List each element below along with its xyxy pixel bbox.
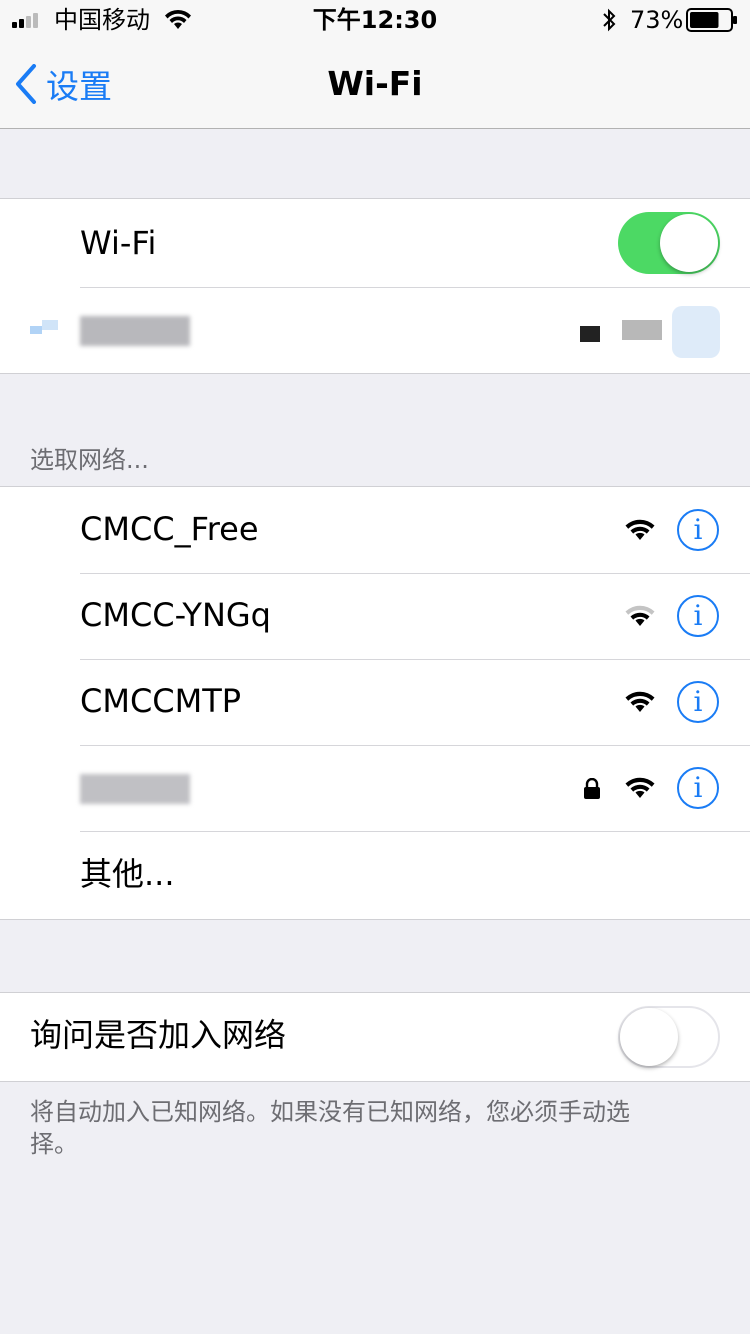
navigation-bar: 设置 Wi-Fi	[0, 40, 750, 129]
info-button[interactable]: i	[677, 509, 719, 551]
wifi-signal-icon	[625, 605, 655, 626]
info-button[interactable]: i	[677, 595, 719, 637]
info-button[interactable]: i	[677, 681, 719, 723]
page-title: Wi-Fi	[327, 64, 423, 103]
ask-to-join-toggle[interactable]	[618, 1006, 720, 1068]
network-row[interactable]: CMCCMTP i	[0, 660, 750, 745]
bluetooth-icon	[603, 8, 616, 32]
network-name: CMCC-YNGq	[80, 596, 271, 634]
wifi-signal-icon	[625, 519, 655, 540]
redacted-name	[80, 774, 190, 804]
toggle-knob	[620, 1008, 678, 1066]
wifi-label: Wi-Fi	[80, 224, 157, 262]
checkmark-icon	[30, 320, 58, 334]
connected-network-row[interactable]	[0, 288, 750, 373]
network-row[interactable]: i	[0, 746, 750, 831]
network-name: CMCCMTP	[80, 682, 242, 720]
wifi-toggle-row: Wi-Fi	[0, 199, 750, 287]
lock-icon	[584, 778, 600, 799]
ask-to-join-footer: 将自动加入已知网络。如果没有已知网络，您必须手动选择。	[30, 1098, 630, 1158]
network-row[interactable]: CMCC-YNGq i	[0, 574, 750, 659]
info-button[interactable]	[672, 306, 720, 358]
network-row[interactable]: CMCC_Free i	[0, 487, 750, 573]
wifi-group: Wi-Fi	[0, 198, 750, 374]
battery-fill	[690, 12, 719, 28]
other-network-label: 其他...	[80, 855, 175, 893]
info-button[interactable]: i	[677, 767, 719, 809]
status-bar: 中国移动 下午12:30 73%	[0, 0, 750, 40]
redacted-name	[80, 316, 190, 346]
wifi-signal-icon	[625, 777, 655, 798]
networks-section-header: 选取网络...	[30, 446, 149, 474]
lock-icon	[580, 326, 600, 342]
wifi-signal-icon	[625, 691, 655, 712]
ask-to-join-label: 询问是否加入网络	[30, 1016, 287, 1054]
battery-icon	[686, 8, 737, 32]
network-name: CMCC_Free	[80, 510, 259, 548]
networks-group: CMCC_Free i CMCC-YNGq i CMCCMTP i i 其他..…	[0, 486, 750, 920]
other-network-row[interactable]: 其他...	[0, 832, 750, 919]
toggle-knob	[660, 214, 718, 272]
battery-percent: 73%	[630, 6, 684, 34]
wifi-toggle[interactable]	[618, 212, 720, 274]
ask-to-join-group: 询问是否加入网络	[0, 992, 750, 1082]
wifi-signal-icon	[622, 320, 662, 340]
